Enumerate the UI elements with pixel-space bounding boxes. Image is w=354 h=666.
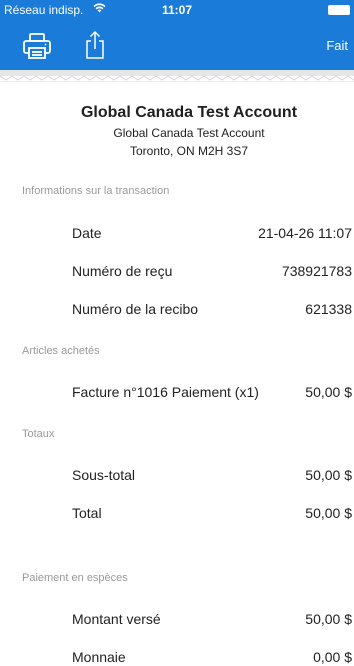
row-label: Numéro de reçu xyxy=(72,263,173,279)
merchant-address: Toronto, ON M2H 3S7 xyxy=(129,144,249,158)
row-receipt-number: Numéro de reçu 738921783 xyxy=(72,263,352,283)
merchant-line-1: Global Canada Test Account xyxy=(113,126,265,140)
merchant-name: Global Canada Test Account xyxy=(80,104,298,121)
printer-icon xyxy=(23,33,51,59)
row-total: Total 50,00 $ xyxy=(72,505,352,525)
section-title-transaction: Informations sur la transaction xyxy=(22,185,170,197)
row-item: Facture n°1016 Paiement (x1) 50,00 $ xyxy=(72,384,352,404)
row-label: Monnaie xyxy=(72,649,126,665)
battery-icon xyxy=(328,5,350,15)
section-title-payment: Paiement en espèces xyxy=(22,572,128,584)
share-icon xyxy=(86,30,104,59)
row-value: 621338 xyxy=(305,301,352,317)
receipt-torn-edge xyxy=(0,70,354,82)
status-bar: Réseau indisp. 11:07 xyxy=(0,0,354,20)
toolbar: Fait xyxy=(0,20,354,70)
row-label: Date xyxy=(72,225,102,241)
row-value: 738921783 xyxy=(281,263,352,279)
row-label: Total xyxy=(72,505,102,521)
row-value: 50,00 $ xyxy=(305,611,352,627)
row-label: Montant versé xyxy=(72,611,161,627)
row-value: 0,00 $ xyxy=(313,649,352,665)
status-time: 11:07 xyxy=(161,3,193,17)
row-label: Numéro de la recibo xyxy=(72,301,199,317)
receipt-header: Global Canada Test Account Global Canada… xyxy=(0,104,354,158)
row-date: Date 21-04-26 11:07 xyxy=(72,225,352,245)
section-title-items: Articles achetés xyxy=(22,345,100,357)
row-subtotal: Sous-total 50,00 $ xyxy=(72,467,352,487)
row-recibo-number: Numéro de la recibo 621338 xyxy=(72,301,352,321)
section-title-totals: Totaux xyxy=(22,428,55,440)
done-button[interactable]: Fait xyxy=(326,38,348,53)
row-value: 50,00 $ xyxy=(305,384,352,400)
row-label: Sous-total xyxy=(72,467,136,483)
print-button[interactable] xyxy=(22,32,52,60)
row-label: Facture n°1016 Paiement (x1) xyxy=(72,384,259,400)
row-value: 21-04-26 11:07 xyxy=(258,225,352,241)
row-value: 50,00 $ xyxy=(305,467,352,483)
row-value: 50,00 $ xyxy=(305,505,352,521)
share-button[interactable] xyxy=(84,30,106,60)
row-change: Monnaie 0,00 $ xyxy=(72,649,352,666)
row-amount-paid: Montant versé 50,00 $ xyxy=(72,611,352,631)
